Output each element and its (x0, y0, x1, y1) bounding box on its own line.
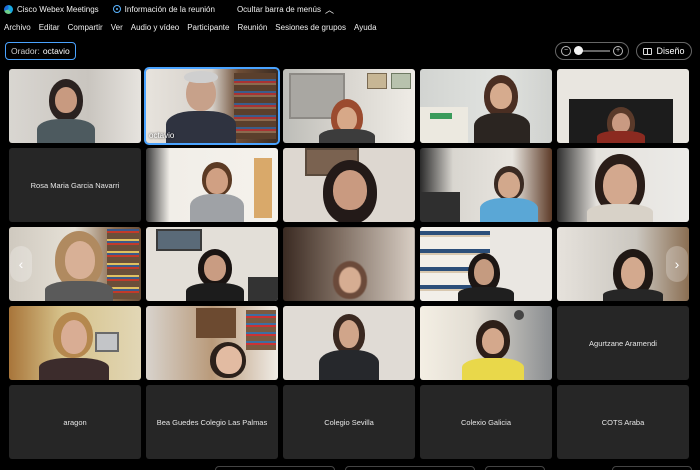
video-tile[interactable] (283, 227, 415, 301)
menu-audio-video[interactable]: Audio y vídeo (131, 23, 179, 32)
layout-label: Diseño (656, 46, 685, 56)
participant-name-tag: octavio (149, 131, 175, 140)
bottom-control-pill[interactable] (345, 466, 475, 470)
video-tile[interactable] (420, 306, 552, 380)
meeting-info-button[interactable]: Información de la reunión (112, 4, 215, 14)
chevron-right-icon: › (674, 256, 680, 272)
previous-page-button[interactable]: ‹ (10, 246, 32, 282)
video-tile-no-video[interactable]: Colexio Galicia (420, 385, 552, 459)
video-tile[interactable] (9, 306, 141, 380)
menu-editar[interactable]: Editar (39, 23, 60, 32)
participant-video (420, 227, 552, 301)
menu-ver[interactable]: Ver (111, 23, 123, 32)
participant-video (146, 227, 278, 301)
video-tile[interactable] (146, 306, 278, 380)
video-tile-active-speaker[interactable]: octavio (146, 69, 278, 143)
video-tile[interactable] (557, 148, 689, 222)
video-toolbar: Orador: octavio − + Diseño (0, 40, 700, 64)
hide-menu-bar-button[interactable]: Ocultar barra de menús ︿ (237, 3, 334, 16)
participant-video (283, 306, 415, 380)
video-tile-no-video[interactable]: Rosa Maria Garcia Navarri (9, 148, 141, 222)
chevron-left-icon: ‹ (18, 256, 24, 272)
participant-name: Bea Guedes Colegio Las Palmas (156, 417, 268, 427)
bottom-control-pill[interactable] (215, 466, 335, 470)
participant-video (283, 148, 415, 222)
participant-name: Agurtzane Aramendi (589, 338, 657, 348)
video-tile[interactable] (420, 148, 552, 222)
participant-name: Colegio Sevilla (324, 417, 374, 427)
zoom-slider[interactable] (574, 46, 610, 55)
video-tile[interactable] (557, 69, 689, 143)
menu-reunion[interactable]: Reunión (237, 23, 267, 32)
next-page-button[interactable]: › (666, 246, 688, 282)
participant-video (146, 148, 278, 222)
menu-sesiones-grupos[interactable]: Sesiones de grupos (275, 23, 346, 32)
meeting-info-label: Información de la reunión (124, 4, 215, 14)
video-tile[interactable] (420, 227, 552, 301)
layout-grid-icon (643, 47, 653, 55)
zoom-slider-handle[interactable] (574, 46, 583, 55)
speaker-name: octavio (42, 46, 70, 56)
layout-button[interactable]: Diseño (636, 42, 692, 60)
webex-logo-icon (4, 4, 13, 14)
participant-video (9, 306, 141, 380)
video-tile-no-video[interactable]: Colegio Sevilla (283, 385, 415, 459)
menu-bar: Archivo Editar Compartir Ver Audio y víd… (0, 19, 700, 35)
app-name: Cisco Webex Meetings (17, 4, 99, 14)
video-tile-no-video[interactable]: aragon (9, 385, 141, 459)
menu-archivo[interactable]: Archivo (4, 23, 31, 32)
participant-video (557, 148, 689, 222)
zoom-out-icon[interactable]: − (561, 46, 571, 56)
video-tile[interactable] (283, 306, 415, 380)
menu-compartir[interactable]: Compartir (68, 23, 103, 32)
participant-video (9, 69, 141, 143)
participant-name: aragon (63, 417, 87, 427)
menu-participante[interactable]: Participante (187, 23, 229, 32)
video-tile-no-video[interactable]: Bea Guedes Colegio Las Palmas (146, 385, 278, 459)
zoom-control: − + (555, 42, 629, 60)
menu-ayuda[interactable]: Ayuda (354, 23, 377, 32)
video-tile[interactable] (146, 148, 278, 222)
info-icon (112, 5, 121, 13)
hide-menu-label: Ocultar barra de menús (236, 4, 321, 14)
participant-video (420, 69, 552, 143)
active-speaker-badge[interactable]: Orador: octavio (5, 42, 76, 60)
bottom-control-pill[interactable] (485, 466, 545, 470)
participant-name: COTS Araba (601, 417, 645, 427)
bottom-control-pill[interactable] (612, 466, 692, 470)
title-bar: Cisco Webex Meetings Información de la r… (0, 0, 700, 18)
video-tile-no-video[interactable]: Agurtzane Aramendi (557, 306, 689, 380)
video-tile[interactable] (9, 69, 141, 143)
app-title: Cisco Webex Meetings (4, 4, 99, 14)
video-tile-no-video[interactable]: COTS Araba (557, 385, 689, 459)
video-tile[interactable] (420, 69, 552, 143)
participant-video (283, 69, 415, 143)
participant-video (557, 69, 689, 143)
participant-video (420, 306, 552, 380)
participant-video (146, 306, 278, 380)
video-tile[interactable] (283, 148, 415, 222)
participant-video (420, 148, 552, 222)
zoom-in-icon[interactable]: + (613, 46, 623, 56)
participant-name: Colexio Galicia (460, 417, 512, 427)
video-tile[interactable] (146, 227, 278, 301)
video-tile[interactable] (283, 69, 415, 143)
speaker-label: Orador: (11, 46, 40, 56)
participant-name: Rosa Maria Garcia Navarri (30, 180, 120, 190)
chevron-up-icon: ︿ (325, 4, 335, 15)
participant-video (283, 227, 415, 301)
